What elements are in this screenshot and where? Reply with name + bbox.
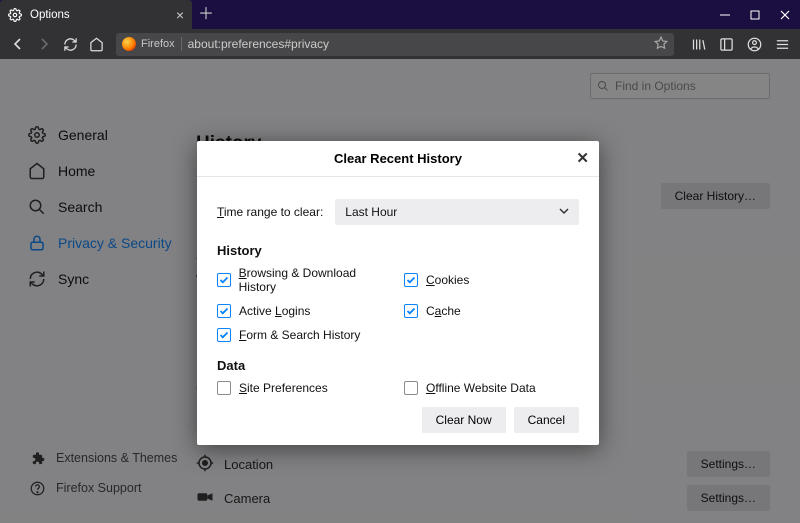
checkbox-label: Browsing & Download History (239, 266, 392, 294)
group-history-title: History (217, 243, 579, 258)
home-button[interactable] (84, 32, 108, 56)
separator (181, 37, 182, 51)
checkbox-label: Offline Website Data (426, 381, 536, 395)
forward-button[interactable] (32, 32, 56, 56)
back-button[interactable] (6, 32, 30, 56)
library-icon[interactable] (686, 32, 710, 56)
checkbox-label: Cache (426, 304, 461, 318)
firefox-icon (122, 37, 136, 51)
bookmark-star-icon[interactable] (654, 36, 668, 53)
checkbox-cache[interactable]: Cache (404, 304, 579, 318)
checkbox-active-logins[interactable]: Active Logins (217, 304, 392, 318)
checkbox-label: Active Logins (239, 304, 310, 318)
maximize-button[interactable] (740, 0, 770, 29)
minimize-button[interactable] (710, 0, 740, 29)
new-tab-button[interactable]: ＋ (192, 0, 220, 29)
sidebar-icon[interactable] (714, 32, 738, 56)
menu-icon[interactable] (770, 32, 794, 56)
checkbox-offline[interactable]: Offline Website Data (404, 381, 579, 395)
checkbox-form-search[interactable]: Form & Search History (217, 328, 392, 342)
address-bar[interactable]: Firefox about:preferences#privacy (116, 33, 674, 56)
time-range-label: Time range to clear: (217, 205, 323, 219)
gear-icon (8, 8, 22, 22)
checkbox-label: Site Preferences (239, 381, 328, 395)
dialog-title: Clear Recent History (334, 151, 462, 166)
window-titlebar: Options × ＋ (0, 0, 800, 29)
dialog-titlebar: Clear Recent History ✕ (197, 141, 599, 177)
navigation-toolbar: Firefox about:preferences#privacy (0, 29, 800, 59)
checkbox-label: Cookies (426, 273, 469, 287)
browser-tab[interactable]: Options × (0, 0, 192, 29)
checkbox-browsing[interactable]: Browsing & Download History (217, 266, 392, 294)
url-text: about:preferences#privacy (188, 37, 329, 51)
dialog-close-button[interactable]: ✕ (576, 149, 589, 167)
tab-close-icon[interactable]: × (176, 7, 184, 23)
reload-button[interactable] (58, 32, 82, 56)
cancel-button[interactable]: Cancel (514, 407, 579, 433)
clear-now-button[interactable]: Clear Now (422, 407, 506, 433)
chevron-down-icon (559, 205, 569, 219)
time-range-select[interactable]: Last Hour (335, 199, 579, 225)
close-button[interactable] (770, 0, 800, 29)
url-brand: Firefox (141, 38, 175, 50)
time-range-value: Last Hour (345, 205, 397, 219)
account-icon[interactable] (742, 32, 766, 56)
group-data-title: Data (217, 358, 579, 373)
tab-title: Options (30, 9, 70, 21)
checkbox-site-prefs[interactable]: Site Preferences (217, 381, 392, 395)
clear-history-dialog: Clear Recent History ✕ Time range to cle… (197, 141, 599, 445)
checkbox-label: Form & Search History (239, 328, 360, 342)
checkbox-cookies[interactable]: Cookies (404, 266, 579, 294)
window-controls (710, 0, 800, 29)
